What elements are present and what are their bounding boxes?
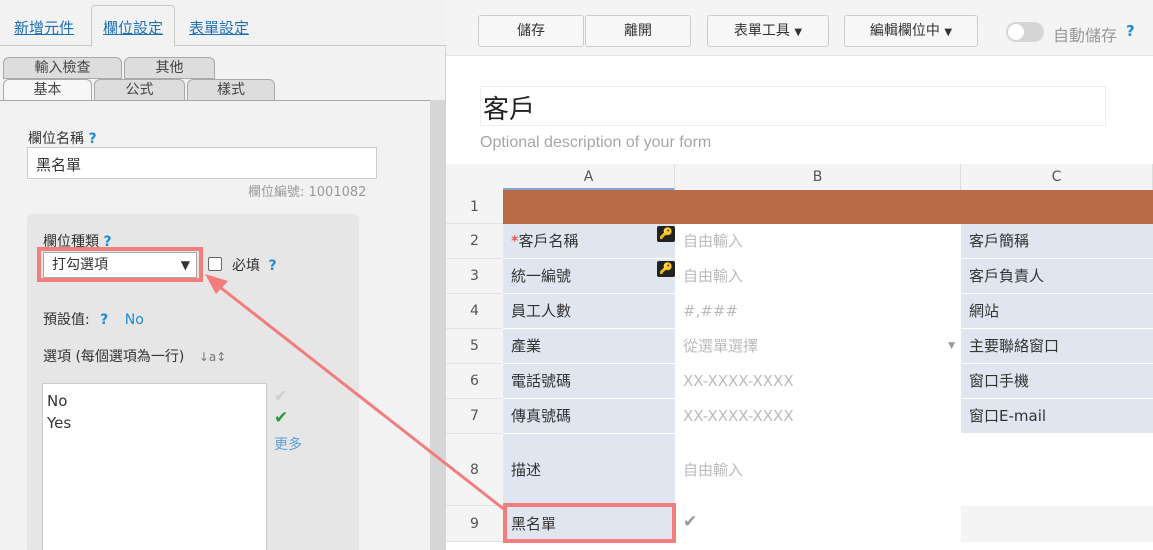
check-confirm-icon[interactable]: ✔ <box>274 408 288 428</box>
option-line: No <box>47 392 68 410</box>
field-type-highlight <box>37 247 203 282</box>
option-line: Yes <box>47 414 72 432</box>
required-label: 必填 ? <box>232 255 277 275</box>
corner-cell <box>446 164 503 190</box>
row-header[interactable]: 3 <box>446 259 503 294</box>
options-textarea[interactable]: No Yes <box>42 383 267 550</box>
cell-c6[interactable]: 窗口手機 <box>961 364 1153 399</box>
caret-down-icon: ▼ <box>794 27 803 38</box>
tab-add-element[interactable]: 新增元件 <box>14 17 74 38</box>
cell-c2[interactable]: 客戶簡稱 <box>961 224 1153 259</box>
subtab-style[interactable]: 樣式 <box>187 79 275 101</box>
panel-scrollbar[interactable] <box>430 100 445 550</box>
sort-icon[interactable]: ↓a↕ <box>199 350 226 364</box>
subtab-formula[interactable]: 公式 <box>94 79 185 101</box>
selected-cell-highlight <box>503 503 676 543</box>
form-tools-button[interactable]: 表單工具 ▼ <box>707 15 829 47</box>
caret-down-icon: ▼ <box>944 27 953 38</box>
cell-b7[interactable]: XX-XXXX-XXXX <box>675 399 961 434</box>
save-button[interactable]: 儲存 <box>478 15 584 47</box>
cell-c4[interactable]: 網站 <box>961 294 1153 329</box>
cell-c9[interactable] <box>961 506 1153 542</box>
form-description[interactable]: Optional description of your form <box>480 134 711 152</box>
cell-b5[interactable]: 從選單選擇 ▼ <box>675 329 961 364</box>
form-title[interactable]: 客戶 <box>480 86 1106 126</box>
cell-c5[interactable]: 主要聯絡窗口 <box>961 329 1153 364</box>
column-header-a[interactable]: A <box>503 164 675 190</box>
row-header[interactable]: 5 <box>446 329 503 364</box>
options-label: 選項 (每個選項為一行) ↓a↕ <box>43 346 226 366</box>
column-header-b[interactable]: B <box>675 164 961 190</box>
default-label: 預設值: <box>43 312 90 328</box>
cell-b8[interactable]: 自由輸入 <box>675 434 961 506</box>
help-icon[interactable]: ? <box>88 131 96 147</box>
toolbar: 儲存 離開 表單工具 ▼ 編輯欄位中 ▼ 自動儲存 ? <box>446 0 1153 56</box>
tab-form-settings[interactable]: 表單設定 <box>189 17 249 38</box>
row-header[interactable]: 7 <box>446 399 503 434</box>
cell-c7[interactable]: 窗口E-mail <box>961 399 1153 434</box>
form-tools-label: 表單工具 <box>733 23 790 39</box>
row-header[interactable]: 8 <box>446 434 503 506</box>
cell-b2[interactable]: 自由輸入 <box>675 224 961 259</box>
field-settings-panel: 新增元件 欄位設定 表單設定 輸入檢查 其他 基本 公式 樣式 欄位名稱 ? 黑… <box>0 0 446 550</box>
cell-b3[interactable]: 自由輸入 <box>675 259 961 294</box>
edit-field-label: 編輯欄位中 <box>869 23 940 39</box>
tab-field-settings[interactable]: 欄位設定 <box>91 5 176 47</box>
cell-text: 從選單選擇 <box>683 337 759 355</box>
checkmark-icon[interactable]: ✔ <box>683 512 697 532</box>
help-icon[interactable]: ? <box>268 258 276 274</box>
row-header[interactable]: 4 <box>446 294 503 329</box>
key-icon[interactable]: 🔑 <box>657 226 675 242</box>
autosave-label: 自動儲存 <box>1053 26 1118 45</box>
more-link[interactable]: 更多 <box>274 434 302 454</box>
cell-c3[interactable]: 客戶負責人 <box>961 259 1153 294</box>
key-icon[interactable]: 🔑 <box>657 261 675 277</box>
cell-a6[interactable]: 電話號碼 <box>503 364 675 399</box>
top-tabs: 新增元件 欄位設定 表單設定 <box>0 0 446 47</box>
row-header[interactable]: 1 <box>446 190 503 224</box>
cell-text: 客戶名稱 <box>518 232 579 250</box>
row-header[interactable]: 9 <box>446 506 503 542</box>
help-icon[interactable]: ? <box>1126 22 1135 40</box>
edit-field-button[interactable]: 編輯欄位中 ▼ <box>844 15 978 47</box>
subtab-basic[interactable]: 基本 <box>3 79 92 101</box>
help-icon[interactable]: ? <box>100 312 108 328</box>
field-name-label-text: 欄位名稱 <box>28 131 84 147</box>
required-asterisk: * <box>511 232 519 250</box>
cell-a3[interactable]: 統一編號 <box>503 259 675 294</box>
cell-b6[interactable]: XX-XXXX-XXXX <box>675 364 961 399</box>
form-editor: 儲存 離開 表單工具 ▼ 編輯欄位中 ▼ 自動儲存 ? 客戶 Optional … <box>446 0 1153 550</box>
cell-b4[interactable]: #,### <box>675 294 961 329</box>
header-banner-row[interactable] <box>503 190 1153 224</box>
subtab-validation[interactable]: 輸入檢查 <box>3 57 122 79</box>
cell-a5[interactable]: 產業 <box>503 329 675 364</box>
cell-a8[interactable]: 描述 <box>503 434 675 506</box>
subtab-divider <box>0 100 430 101</box>
dropdown-caret-icon: ▼ <box>948 341 955 351</box>
cell-a4[interactable]: 員工人數 <box>503 294 675 329</box>
cell-a7[interactable]: 傳真號碼 <box>503 399 675 434</box>
field-name-label: 欄位名稱 ? <box>28 128 97 148</box>
required-label-text: 必填 <box>232 258 260 274</box>
field-id: 欄位編號: 1001082 <box>248 185 367 200</box>
cell-a2[interactable]: *客戶名稱 <box>503 224 675 259</box>
column-header-c[interactable]: C <box>961 164 1153 190</box>
row-header[interactable]: 2 <box>446 224 503 259</box>
check-faded-icon: ✔ <box>274 386 288 405</box>
required-checkbox[interactable] <box>208 257 222 271</box>
autosave-toggle[interactable] <box>1006 22 1044 42</box>
options-label-text: 選項 (每個選項為一行) <box>43 349 185 365</box>
default-value-row: 預設值: ? No <box>43 309 144 329</box>
row-header[interactable]: 6 <box>446 364 503 399</box>
default-value[interactable]: No <box>125 312 144 328</box>
leave-button[interactable]: 離開 <box>585 15 691 47</box>
field-name-input[interactable]: 黑名單 <box>27 147 377 179</box>
subtab-other[interactable]: 其他 <box>124 57 215 79</box>
